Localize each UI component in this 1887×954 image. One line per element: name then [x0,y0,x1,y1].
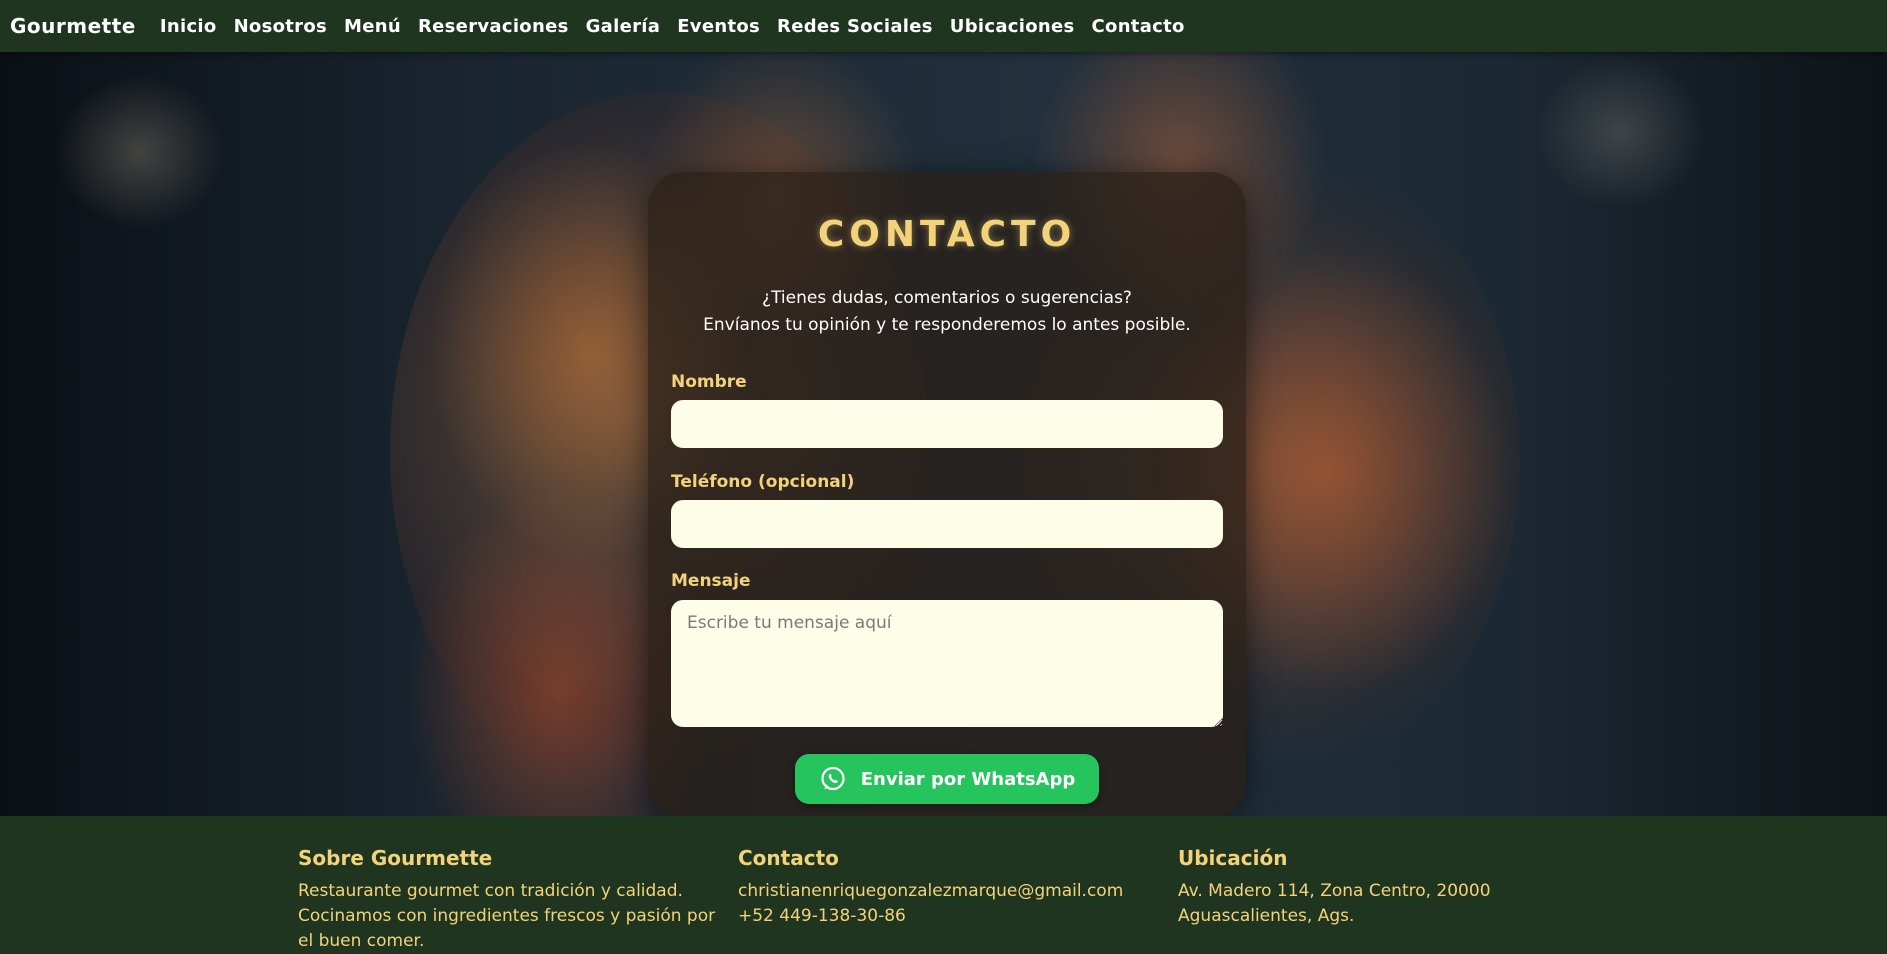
footer-contact-phone[interactable]: +52 449-138-30-86 [738,904,1168,929]
contact-title: CONTACTO [817,214,1077,255]
nav-link-nosotros[interactable]: Nosotros [234,16,327,37]
nav-link-menu[interactable]: Menú [344,16,401,37]
nav-link-reservaciones[interactable]: Reservaciones [418,16,569,37]
nav-link-contacto[interactable]: Contacto [1092,16,1185,37]
nav-links: Inicio Nosotros Menú Reservaciones Galer… [160,16,1202,37]
main-navbar: Gourmette Inicio Nosotros Menú Reservaci… [0,0,1887,52]
footer-contact-email[interactable]: christianenriquegonzalezmarque@gmail.com [738,879,1168,904]
footer-location-line-2: Aguascalientes, Ags. [1178,906,1355,926]
footer-contact-details: christianenriquegonzalezmarque@gmail.com… [738,879,1168,929]
footer-about-line-3: el buen comer. [298,931,425,951]
message-label: Mensaje [671,571,751,591]
footer-about-text: Restaurante gourmet con tradición y cali… [298,879,728,954]
footer-about-line-1: Restaurante gourmet con tradición y cali… [298,881,683,901]
whatsapp-icon [819,765,847,793]
whatsapp-submit-label: Enviar por WhatsApp [860,768,1076,790]
footer-location-heading: Ubicación [1178,846,1288,870]
nav-link-inicio[interactable]: Inicio [160,16,217,37]
nav-link-redes-sociales[interactable]: Redes Sociales [777,16,933,37]
contact-subtitle-line-1: ¿Tienes dudas, comentarios o sugerencias… [762,288,1132,308]
contact-form-card: CONTACTO ¿Tienes dudas, comentarios o su… [648,172,1246,816]
message-field[interactable] [671,600,1223,727]
name-field[interactable] [671,400,1223,448]
footer-about-line-2: Cocinamos con ingredientes frescos y pas… [298,906,716,926]
footer-about-heading: Sobre Gourmette [298,846,493,870]
footer-location-column: Ubicación Av. Madero 114, Zona Centro, 2… [1178,846,1608,929]
contact-hero-background: CONTACTO ¿Tienes dudas, comentarios o su… [0,52,1887,816]
footer-about-column: Sobre Gourmette Restaurante gourmet con … [298,846,728,954]
nav-link-galeria[interactable]: Galería [586,16,661,37]
footer-location-address: Av. Madero 114, Zona Centro, 20000 Aguas… [1178,879,1608,929]
nav-link-ubicaciones[interactable]: Ubicaciones [950,16,1075,37]
footer-contact-heading: Contacto [738,846,839,870]
site-footer: Sobre Gourmette Restaurante gourmet con … [0,816,1887,951]
name-label: Nombre [671,372,747,392]
whatsapp-submit-button[interactable]: Enviar por WhatsApp [795,754,1099,804]
phone-label: Teléfono (opcional) [671,472,855,492]
footer-location-line-1: Av. Madero 114, Zona Centro, 20000 [1178,881,1491,901]
nav-link-eventos[interactable]: Eventos [677,16,760,37]
phone-field[interactable] [671,500,1223,548]
contact-subtitle: ¿Tienes dudas, comentarios o sugerencias… [648,285,1246,339]
brand-logo[interactable]: Gourmette [10,14,136,38]
footer-contact-column: Contacto christianenriquegonzalezmarque@… [738,846,1168,929]
contact-subtitle-line-2: Envíanos tu opinión y te responderemos l… [703,315,1191,335]
